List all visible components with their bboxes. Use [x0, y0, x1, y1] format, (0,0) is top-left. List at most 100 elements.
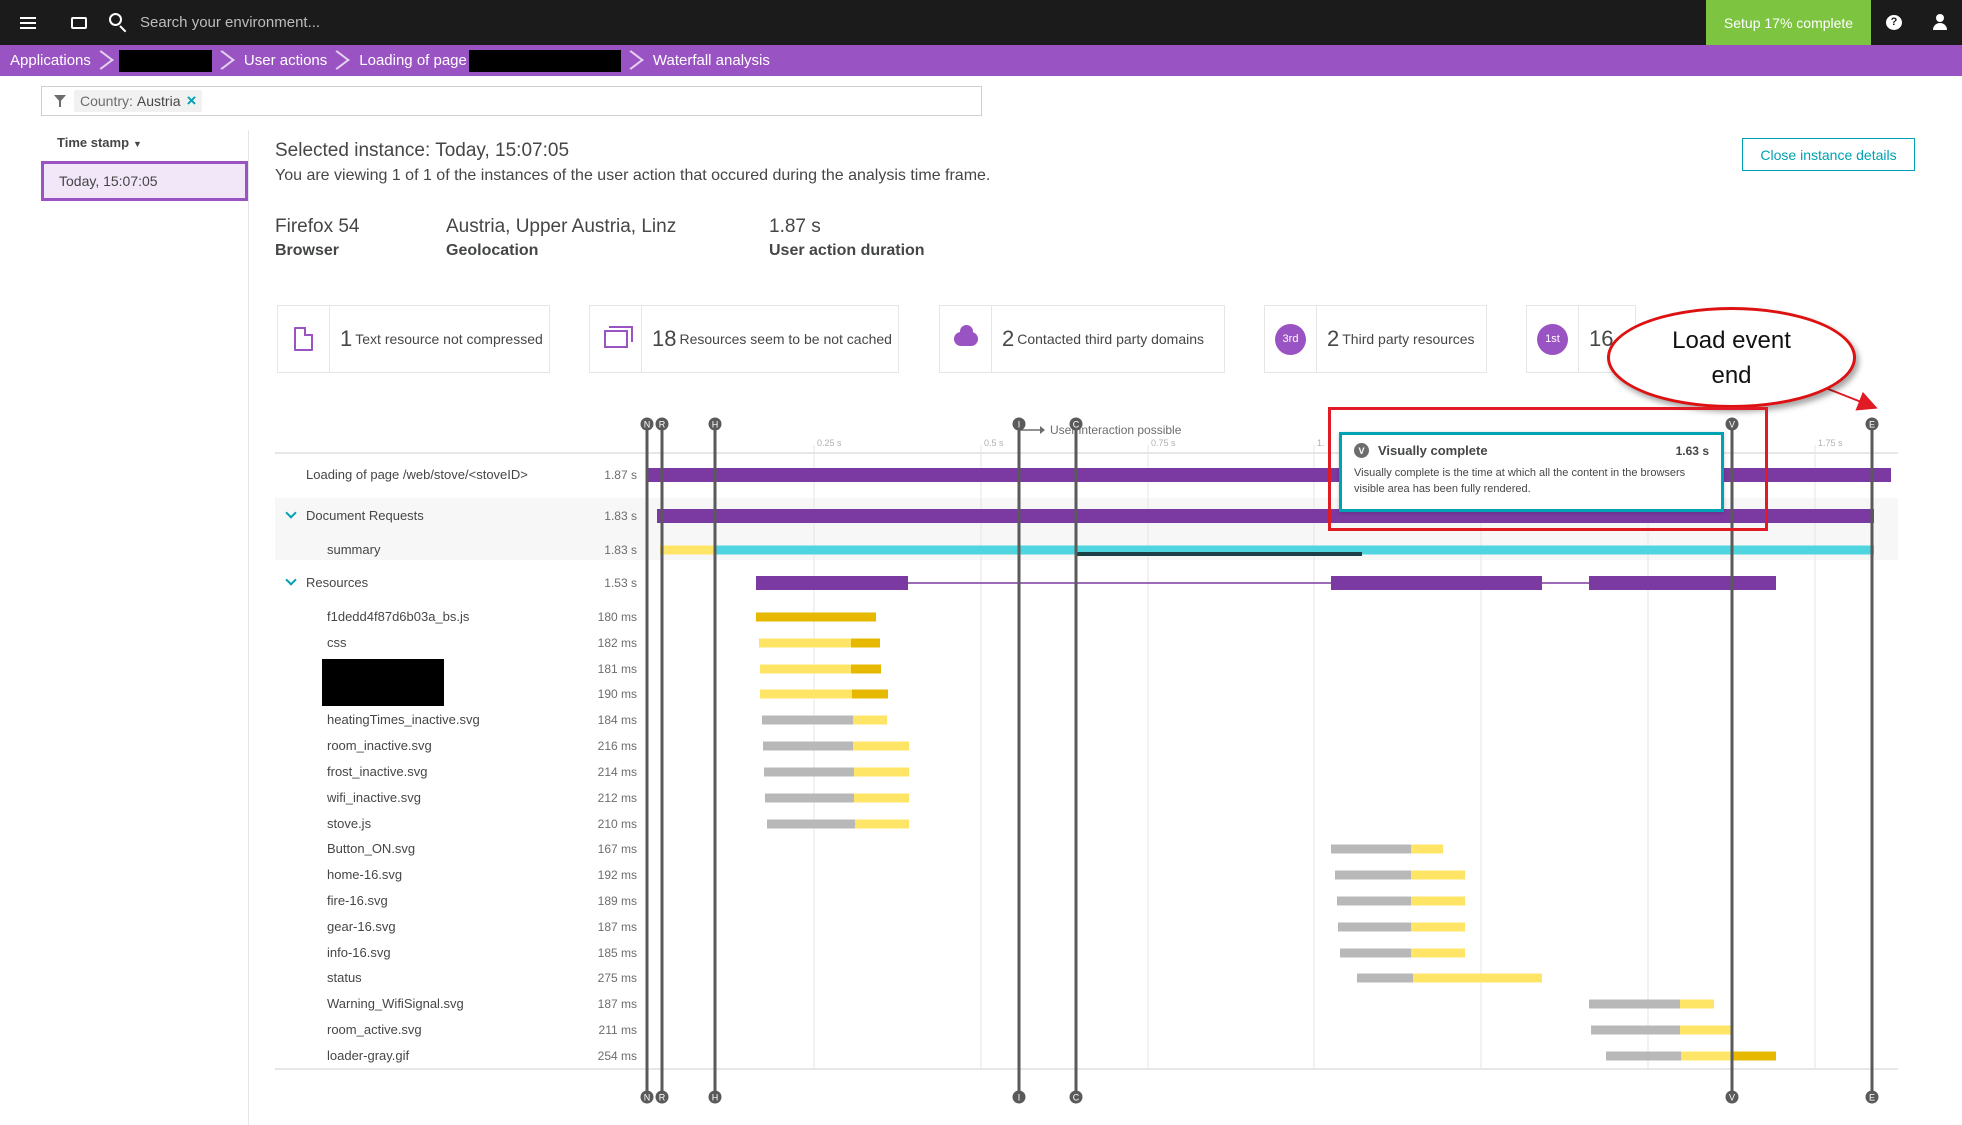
marker-label-H: H — [712, 1093, 719, 1103]
redacted-resource-names — [322, 659, 444, 706]
timestamp-item[interactable]: Today, 15:07:05 — [41, 161, 248, 201]
redacted-block — [118, 49, 212, 72]
waterfall-row-label: heatingTimes_inactive.svg — [327, 712, 480, 727]
card-text: Text resource not compressed — [355, 331, 543, 347]
breadcrumb-application-redacted[interactable] — [111, 45, 232, 76]
breadcrumb-user-actions[interactable]: User actions — [232, 45, 347, 76]
duration-value: 1.87 s — [769, 216, 821, 237]
search-bar[interactable] — [102, 0, 540, 45]
waterfall-bar-segment — [1589, 999, 1680, 1009]
waterfall-bar-segment — [854, 793, 909, 803]
waterfall-bar-segment — [660, 545, 715, 555]
waterfall-bar-segment — [763, 741, 853, 751]
third-party-badge-icon: 3rd — [1275, 323, 1306, 355]
breadcrumb-applications[interactable]: Applications — [0, 45, 111, 76]
waterfall-row-label: Button_ON.svg — [327, 841, 416, 856]
waterfall-bar-segment — [762, 715, 853, 725]
marker-label-N: N — [644, 420, 651, 430]
geolocation-info: Austria, Upper Austria, Linz Geolocation — [446, 216, 676, 260]
waterfall-row-label: gear-16.svg — [327, 919, 396, 934]
setup-progress-button[interactable]: Setup 17% complete — [1706, 0, 1871, 45]
waterfall-bar-segment — [1411, 870, 1465, 880]
waterfall-row-duration: 1.83 s — [604, 543, 637, 557]
waterfall-row-label: Warning_WifiSignal.svg — [327, 996, 464, 1011]
waterfall-row-duration: 210 ms — [597, 817, 637, 831]
waterfall-row-label: css — [327, 635, 347, 650]
search-icon — [108, 12, 130, 34]
card-not-cached-resources[interactable]: 18 Resources seem to be not cached — [589, 305, 899, 373]
waterfall-row-label: room_inactive.svg — [327, 738, 432, 753]
waterfall-row-label: home-16.svg — [327, 867, 403, 882]
waterfall-row-duration: 1.87 s — [604, 468, 637, 482]
tooltip-body: Visually complete is the time at which a… — [1354, 467, 1686, 495]
waterfall-row-duration: 1.53 s — [604, 576, 637, 590]
breadcrumb-label: Applications — [10, 52, 91, 69]
marker-label-E: E — [1869, 420, 1875, 430]
card-number: 1 — [340, 326, 353, 351]
messages-icon[interactable] — [56, 0, 102, 45]
waterfall-row-label: room_active.svg — [327, 1022, 422, 1037]
help-icon[interactable]: ? — [1871, 0, 1917, 45]
top-bar: Setup 17% complete ? — [0, 0, 1962, 45]
waterfall-row-duration: 275 ms — [597, 971, 637, 985]
marker-label-C: C — [1073, 420, 1080, 430]
tooltip-time: 1.63 s — [1675, 443, 1709, 458]
close-instance-details-button[interactable]: Close instance details — [1742, 138, 1915, 171]
remove-filter-icon[interactable]: × — [187, 91, 197, 111]
waterfall-row-duration: 254 ms — [597, 1049, 637, 1063]
filter-chip-country[interactable]: Country: Austria × — [74, 90, 203, 112]
waterfall-row-duration: 185 ms — [597, 946, 637, 960]
browser-info: Firefox 54 Browser — [275, 216, 359, 260]
waterfall-row-label: frost_inactive.svg — [327, 764, 428, 779]
geolocation-value: Austria, Upper Austria, Linz — [446, 216, 677, 237]
marker-label-R: R — [659, 1093, 666, 1103]
breadcrumb-waterfall-analysis[interactable]: Waterfall analysis — [641, 45, 790, 76]
waterfall-row-duration: 181 ms — [597, 662, 637, 676]
timestamp-sort-header[interactable]: Time stamp ▼ — [57, 135, 142, 150]
waterfall-bar-segment — [1591, 1025, 1680, 1035]
hamburger-menu-icon[interactable] — [0, 0, 56, 45]
waterfall-row-duration: 187 ms — [597, 997, 637, 1011]
waterfall-bar-segment — [1337, 896, 1411, 906]
visually-complete-tooltip: V Visually complete 1.63 s Visually comp… — [1339, 432, 1724, 512]
card-uncompressed-resources[interactable]: 1 Text resource not compressed — [277, 305, 550, 373]
waterfall-row-duration: 211 ms — [598, 1023, 637, 1037]
breadcrumb-label: Loading of page — [359, 52, 467, 69]
waterfall-bar-segment — [767, 819, 855, 829]
card-third-party-domains[interactable]: 2 Contacted third party domains — [939, 305, 1225, 373]
card-third-party-resources[interactable]: 3rd 2 Third party resources — [1264, 305, 1487, 373]
geolocation-label: Geolocation — [446, 242, 539, 259]
waterfall-row-label[interactable]: Document Requests — [306, 508, 424, 523]
waterfall-row-duration: 192 ms — [597, 868, 637, 882]
first-party-badge-icon: 1st — [1537, 323, 1568, 355]
waterfall-bar-segment — [759, 638, 851, 648]
filter-bar[interactable]: Country: Austria × — [41, 86, 982, 116]
waterfall-row-duration: 167 ms — [597, 842, 637, 856]
callout-line-2: end — [1711, 361, 1752, 389]
sort-down-icon: ▼ — [133, 139, 142, 149]
waterfall-bar-segment — [852, 689, 888, 699]
waterfall-row-label: f1dedd4f87d6b03a_bs.js — [327, 609, 470, 624]
breadcrumb: Applications User actions Loading of pag… — [0, 45, 1962, 76]
card-number: 2 — [1327, 326, 1340, 351]
waterfall-bar-segment — [1680, 1025, 1732, 1035]
search-input[interactable] — [140, 14, 540, 31]
waterfall-row-label: summary — [327, 542, 381, 557]
waterfall-bar-segment — [853, 741, 909, 751]
waterfall-row-label[interactable]: Resources — [306, 575, 368, 590]
waterfall-row-label: Loading of page /web/stove/<stoveID> — [306, 467, 528, 482]
waterfall-bar-segment — [1681, 1051, 1732, 1061]
browser-value: Firefox 54 — [275, 216, 360, 237]
tooltip-title: Visually complete — [1378, 443, 1488, 458]
callout-line-1: Load event — [1672, 326, 1791, 354]
waterfall-bar-segment — [760, 689, 852, 699]
user-icon[interactable] — [1917, 0, 1962, 45]
card-text: Third party resources — [1342, 331, 1475, 347]
interaction-arrow — [1018, 429, 1040, 438]
breadcrumb-loading-of-page[interactable]: Loading of page — [347, 45, 641, 76]
waterfall-row-duration: 1.83 s — [604, 509, 637, 523]
waterfall-row-duration: 182 ms — [597, 636, 637, 650]
waterfall-row-label: loader-gray.gif — [327, 1048, 410, 1063]
waterfall-bar-segment — [1413, 973, 1542, 983]
tick-label: 0.75 s — [1151, 438, 1176, 448]
